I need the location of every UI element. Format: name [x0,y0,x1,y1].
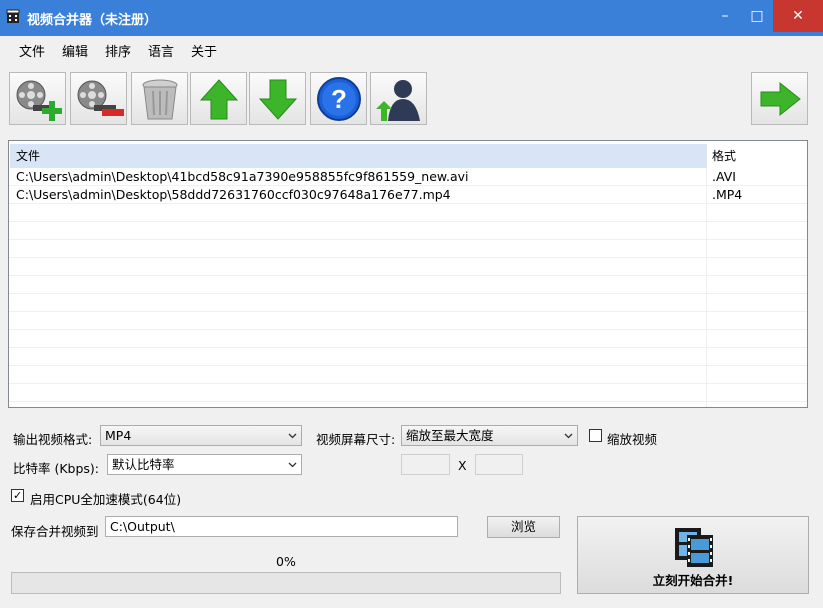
menu-about[interactable]: 关于 [191,41,217,60]
empty-row [9,294,807,312]
film-strip-icon [675,528,713,567]
bitrate-select[interactable]: 默认比特率 [107,454,302,475]
empty-row [9,348,807,366]
arrow-up-icon [199,79,239,120]
close-button[interactable]: ✕ [773,0,823,32]
file-row[interactable]: C:\Users\admin\Desktop\41bcd58c91a7390e9… [9,168,807,186]
output-format-select[interactable]: MP4 [100,425,302,446]
menu-bar: 文件 编辑 排序 语言 关于 [0,36,823,62]
help-button[interactable]: ? [310,72,367,125]
size-separator: X [458,458,467,473]
column-header-format[interactable]: 格式 [706,144,806,168]
custom-width-input[interactable] [401,454,450,475]
output-path-value: C:\Output\ [110,519,175,534]
file-list-header: 文件 格式 [9,144,807,168]
arrow-right-icon [760,81,801,117]
move-down-button[interactable] [249,72,306,125]
scale-video-label: 缩放视频 [607,432,658,447]
output-format-label: 输出视频格式: [13,432,93,447]
column-header-file[interactable]: 文件 [10,144,706,168]
maximize-button[interactable]: □ [742,0,772,32]
empty-row [9,330,807,348]
chevron-down-icon [564,433,573,439]
trash-bin-icon [142,79,178,120]
browse-button[interactable]: 浏览 [487,516,560,538]
empty-row [9,276,807,294]
user-upgrade-icon [376,80,420,121]
arrow-down-icon [258,79,298,120]
window-title: 视频合并器（未注册） [27,13,158,28]
empty-row [9,312,807,330]
file-row[interactable]: C:\Users\admin\Desktop\58ddd72631760ccf0… [9,186,807,204]
clear-list-button[interactable] [131,72,188,125]
save-to-label: 保存合并视频到 [11,524,99,539]
bitrate-label: 比特率 (Kbps): [13,461,100,476]
custom-height-input[interactable] [475,454,523,475]
menu-language[interactable]: 语言 [148,41,174,60]
next-button[interactable] [751,72,808,125]
output-format-value: MP4 [105,428,132,443]
progress-text: 0% [276,554,296,569]
file-path: C:\Users\admin\Desktop\58ddd72631760ccf0… [16,187,451,202]
bitrate-value: 默认比特率 [112,457,175,472]
menu-file[interactable]: 文件 [19,41,45,60]
scale-video-checkbox[interactable] [589,429,602,442]
empty-row [9,222,807,240]
svg-text:?: ? [331,84,347,114]
help-question-icon: ? [317,77,361,121]
menu-edit[interactable]: 编辑 [62,41,88,60]
empty-row [9,258,807,276]
chevron-down-icon [288,433,297,439]
account-button[interactable] [370,72,427,125]
start-merge-label: 立刻开始合并! [652,573,734,588]
cpu-accel-label: 启用CPU全加速模式(64位) [30,492,182,507]
film-clapper-icon [6,9,20,23]
film-reel-add-icon [16,80,62,121]
chevron-down-icon [288,462,297,468]
minimize-button[interactable]: – [710,0,740,32]
empty-row [9,240,807,258]
checkmark-icon: ✓ [13,489,23,502]
screen-size-label: 视频屏幕尺寸: [316,432,396,447]
remove-file-button[interactable] [70,72,127,125]
menu-sort[interactable]: 排序 [105,41,131,60]
screen-size-value: 缩放至最大宽度 [406,428,494,443]
empty-row [9,366,807,384]
empty-row [9,204,807,222]
file-format: .MP4 [712,187,743,202]
title-bar: 视频合并器（未注册） – □ ✕ [0,0,823,36]
progress-bar [11,572,561,594]
file-format: .AVI [712,169,736,184]
file-path: C:\Users\admin\Desktop\41bcd58c91a7390e9… [16,169,469,184]
file-list[interactable]: 文件 格式 C:\Users\admin\Desktop\41bcd58c91a… [8,140,808,408]
add-file-button[interactable] [9,72,66,125]
output-path-input[interactable]: C:\Output\ [105,516,458,537]
film-reel-remove-icon [77,80,124,116]
cpu-accel-checkbox[interactable]: ✓ [11,489,24,502]
screen-size-select[interactable]: 缩放至最大宽度 [401,425,578,446]
start-merge-button[interactable]: 立刻开始合并! [577,516,809,594]
empty-row [9,384,807,402]
move-up-button[interactable] [190,72,247,125]
